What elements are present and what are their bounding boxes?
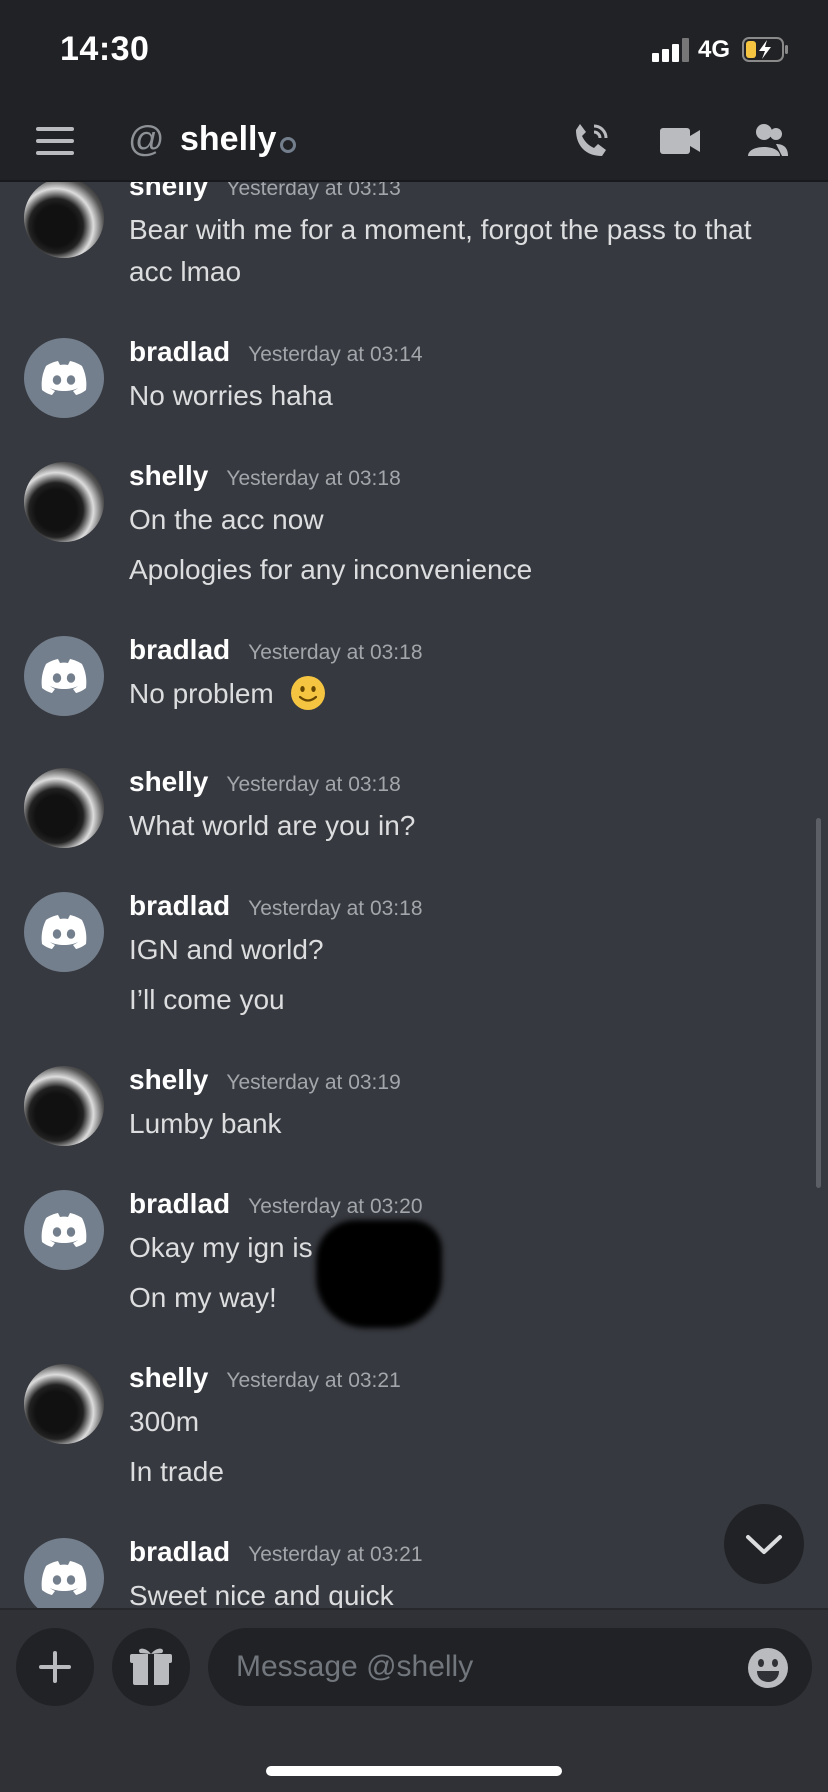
username[interactable]: shelly (129, 460, 208, 492)
timestamp: Yesterday at 03:21 (248, 1543, 423, 1566)
username[interactable]: bradlad (129, 634, 230, 666)
avatar[interactable] (24, 462, 104, 542)
avatar[interactable] (24, 182, 104, 258)
discord-logo-icon (41, 915, 87, 949)
username[interactable]: shelly (129, 1362, 208, 1394)
hamburger-icon[interactable] (36, 127, 74, 155)
message-text: Sweet nice and quick (129, 1580, 394, 1608)
emoji-icon[interactable] (746, 1646, 790, 1690)
username[interactable]: bradlad (129, 890, 230, 922)
members-icon[interactable] (746, 120, 790, 162)
gift-icon (130, 1648, 172, 1685)
chevron-down-icon (746, 1535, 782, 1554)
network-label: 4G (698, 36, 731, 63)
avatar[interactable] (24, 1364, 104, 1444)
avatar[interactable] (24, 636, 104, 716)
discord-logo-icon (41, 1213, 87, 1247)
username[interactable]: shelly (129, 1064, 208, 1096)
message-text: acc lmao (129, 256, 242, 287)
message-text: No problem (129, 674, 326, 714)
message-text: Lumby bank (129, 1108, 282, 1139)
message-text: On my way! (129, 1282, 277, 1313)
video-camera-icon[interactable] (658, 120, 702, 162)
username[interactable]: bradlad (129, 336, 230, 368)
avatar[interactable] (24, 892, 104, 972)
channel-header: @ shelly (0, 100, 828, 182)
username[interactable]: shelly (129, 766, 208, 798)
gift-button[interactable] (112, 1628, 190, 1706)
message-text: In trade (129, 1456, 224, 1487)
phone-call-icon[interactable] (570, 120, 614, 162)
username[interactable]: bradlad (129, 1188, 230, 1220)
avatar[interactable] (24, 768, 104, 848)
message-text: 300m (129, 1406, 200, 1437)
status-bar: 14:30 4G (0, 0, 828, 100)
message-text: Okay my ign is (129, 1232, 313, 1263)
at-icon: @ (128, 118, 165, 159)
timestamp: Yesterday at 03:21 (226, 1369, 401, 1392)
avatar[interactable] (24, 1190, 104, 1270)
message-text: On the acc now (129, 504, 324, 535)
message-list[interactable]: shelly Yesterday at 03:13 Bear with me f… (0, 182, 828, 1608)
home-indicator[interactable] (266, 1766, 562, 1776)
avatar[interactable] (24, 338, 104, 418)
timestamp: Yesterday at 03:19 (226, 1071, 401, 1094)
dm-title: shelly (180, 120, 277, 158)
timestamp: Yesterday at 03:18 (248, 641, 423, 664)
message-text: What world are you in? (129, 810, 416, 841)
scrollbar[interactable] (816, 818, 821, 1188)
timestamp: Yesterday at 03:18 (226, 467, 401, 490)
avatar[interactable] (24, 1066, 104, 1146)
timestamp: Yesterday at 03:18 (248, 897, 423, 920)
message-text: I’ll come you (129, 984, 285, 1015)
message-text-content: No problem (129, 678, 274, 709)
timestamp: Yesterday at 03:18 (226, 773, 401, 796)
message-text: Bear with me for a moment, forgot the pa… (129, 214, 752, 245)
username[interactable]: bradlad (129, 1536, 230, 1568)
jump-to-present-button[interactable] (724, 1504, 804, 1584)
offline-status-icon (280, 137, 296, 153)
message-text: Apologies for any inconvenience (129, 554, 533, 585)
message-input[interactable] (208, 1628, 812, 1706)
timestamp: Yesterday at 03:14 (248, 343, 423, 366)
slightly-smiling-face-icon (290, 676, 325, 710)
discord-logo-icon (41, 659, 87, 693)
timestamp: Yesterday at 03:20 (248, 1195, 423, 1218)
battery-icon (742, 37, 788, 62)
status-time: 14:30 (60, 30, 150, 68)
message-text: No worries haha (129, 380, 333, 411)
avatar[interactable] (24, 1538, 104, 1608)
plus-icon (39, 1651, 71, 1683)
redaction-mark (316, 1220, 442, 1328)
add-attachment-button[interactable] (16, 1628, 94, 1706)
timestamp: Yesterday at 03:13 (226, 182, 401, 200)
username[interactable]: shelly (129, 182, 208, 202)
message-text: IGN and world? (129, 934, 324, 965)
message-composer (0, 1608, 828, 1792)
discord-logo-icon (41, 1561, 87, 1595)
signal-icon (652, 38, 692, 62)
discord-logo-icon (41, 361, 87, 395)
